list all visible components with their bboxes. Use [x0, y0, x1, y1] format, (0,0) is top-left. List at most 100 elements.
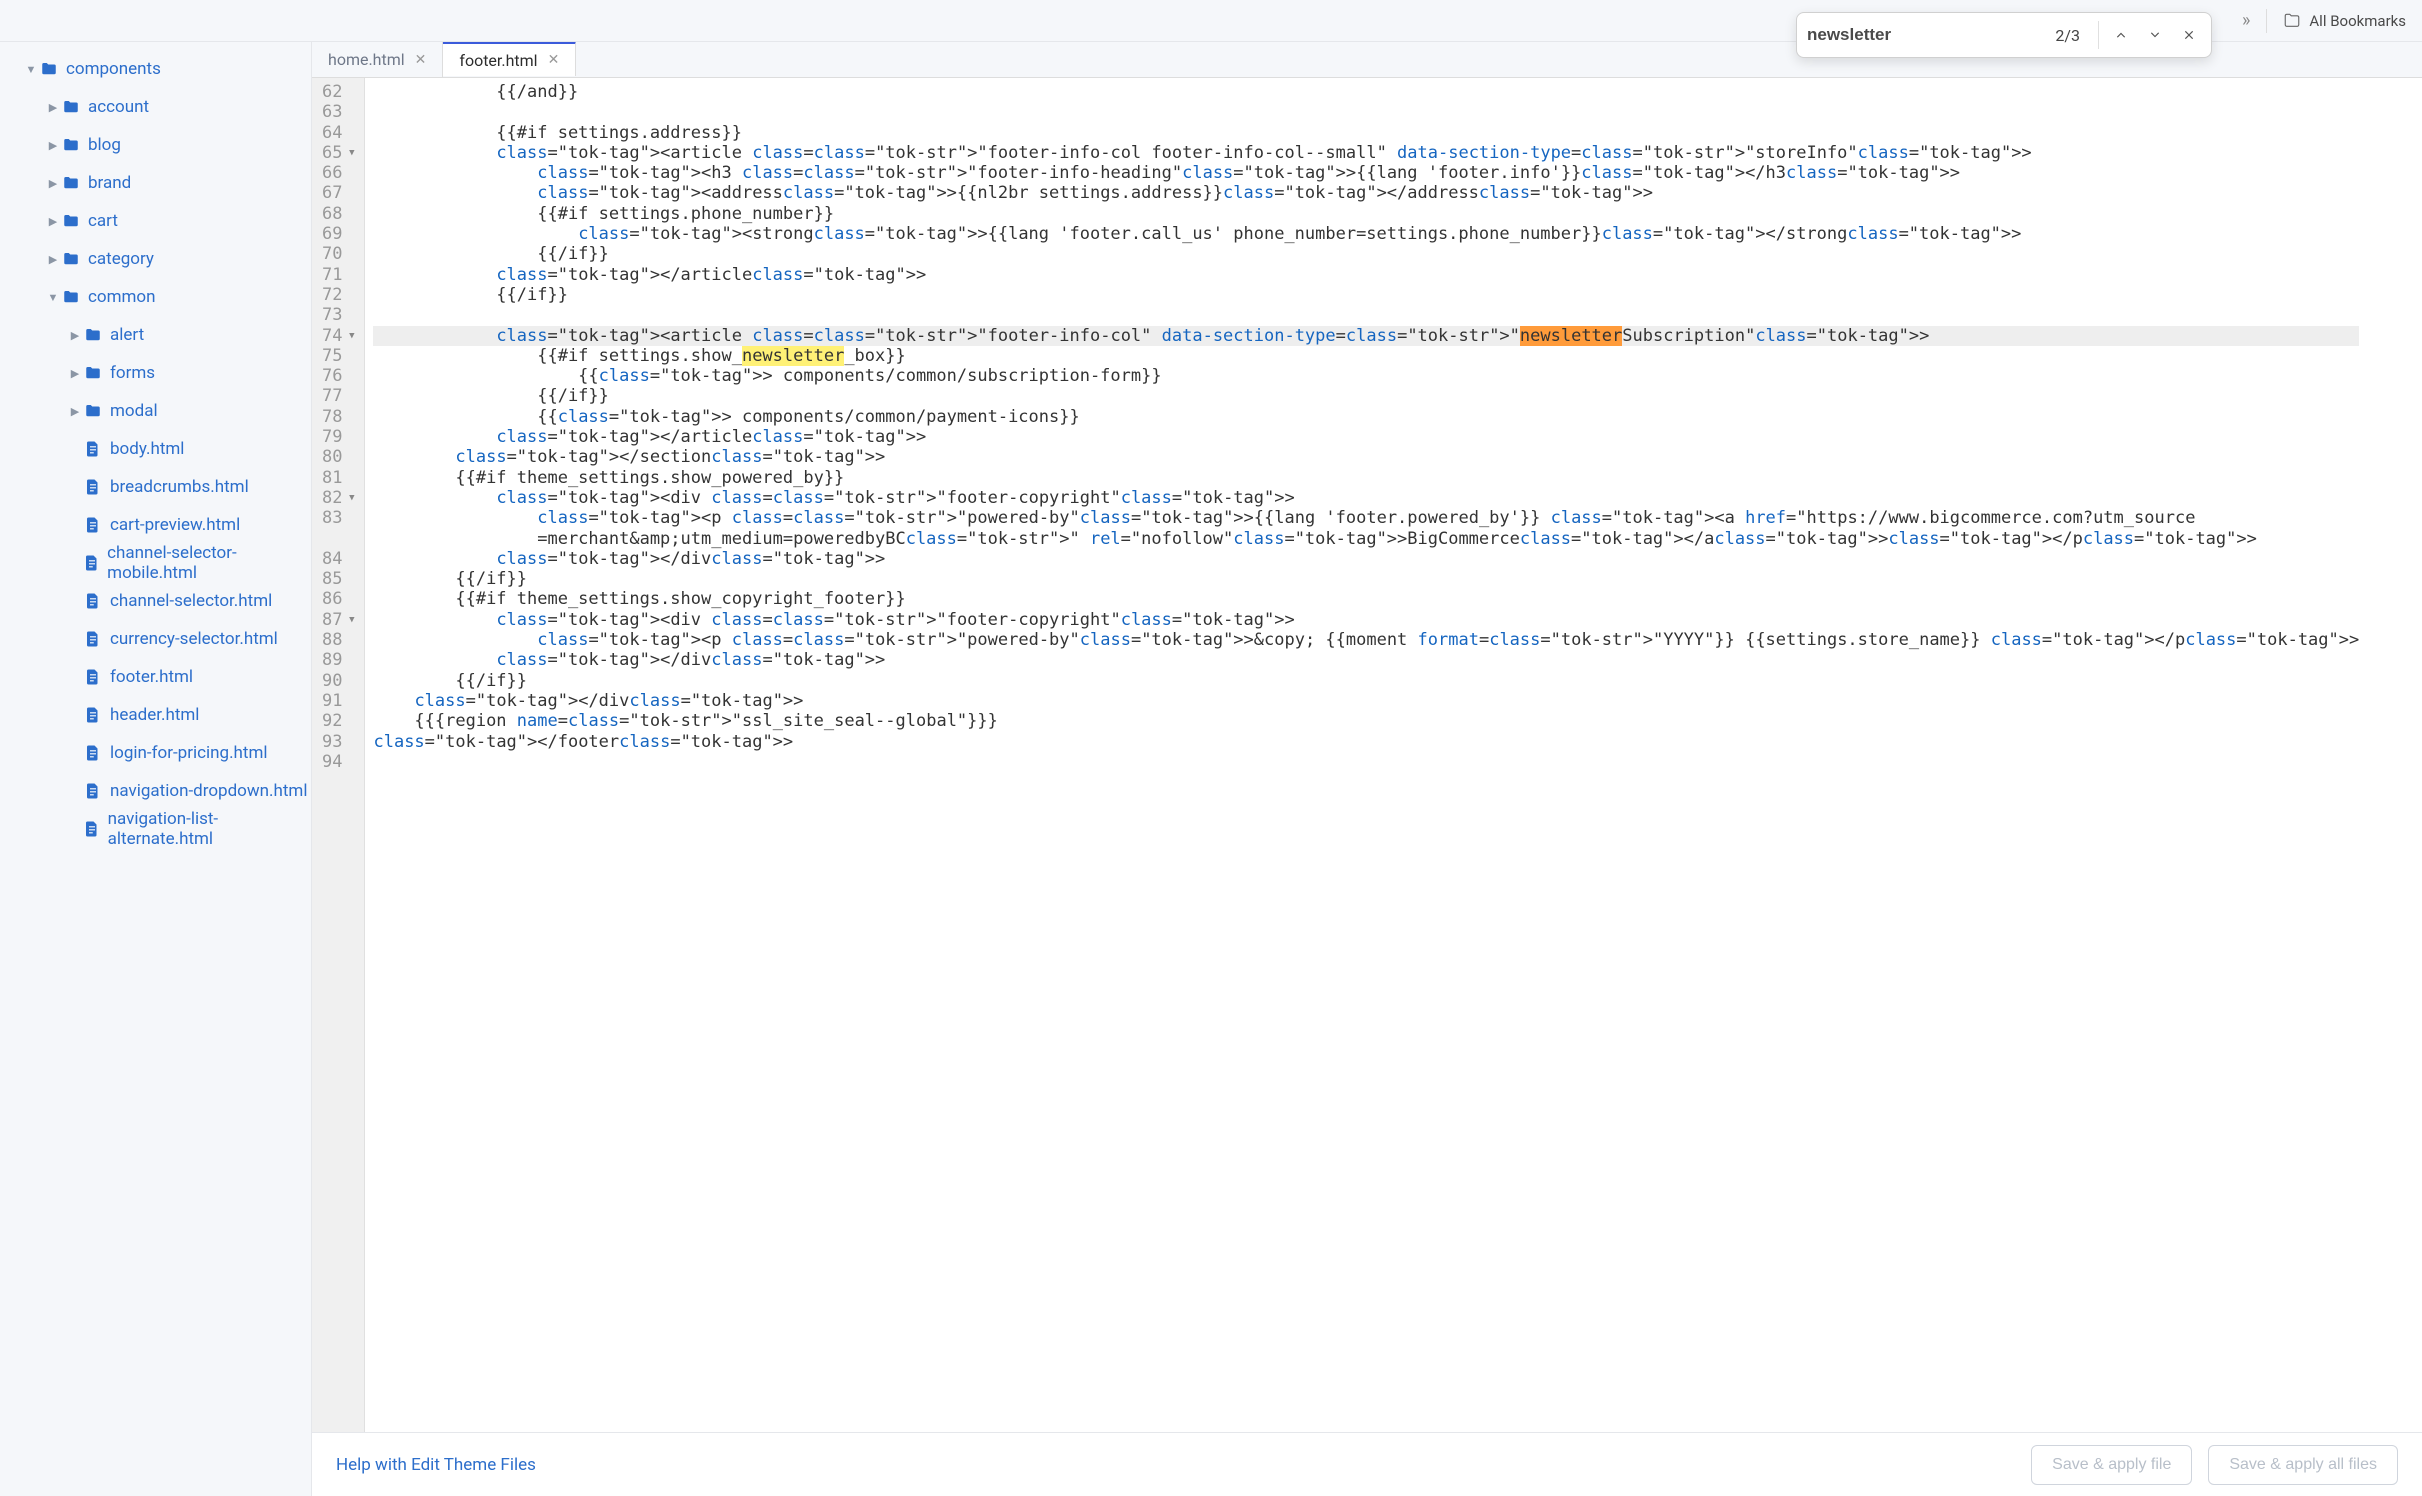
- tree-item-label: channel-selector-mobile.html: [107, 543, 311, 583]
- save-apply-file-button[interactable]: Save & apply file: [2031, 1445, 2192, 1485]
- code-line[interactable]: class="tok-tag"></sectionclass="tok-tag"…: [373, 447, 2359, 467]
- search-panel: 2/3: [1796, 12, 2212, 58]
- tab-close-button[interactable]: ✕: [548, 52, 560, 68]
- all-bookmarks-button[interactable]: All Bookmarks: [2283, 12, 2406, 30]
- tree-caret-icon[interactable]: ▶: [66, 329, 84, 342]
- code-line[interactable]: class="tok-tag"><div class=class="tok-st…: [373, 610, 2359, 630]
- code-line[interactable]: {{/if}}: [373, 285, 2359, 305]
- code-line[interactable]: class="tok-tag"></divclass="tok-tag">>: [373, 650, 2359, 670]
- tree-folder[interactable]: ▶brand: [0, 164, 311, 202]
- code-line[interactable]: class="tok-tag"><strongclass="tok-tag">>…: [373, 224, 2359, 244]
- tree-file[interactable]: header.html: [0, 696, 311, 734]
- gutter-line-number: 92: [322, 711, 360, 731]
- file-tree-sidebar[interactable]: ▼components▶account▶blog▶brand▶cart▶cate…: [0, 42, 312, 1496]
- code-line[interactable]: [373, 305, 2359, 325]
- fold-marker-icon[interactable]: ▼: [344, 610, 354, 630]
- tree-file[interactable]: body.html: [0, 430, 311, 468]
- editor-tab[interactable]: footer.html✕: [443, 42, 576, 76]
- code-line[interactable]: class="tok-tag"><addressclass="tok-tag">…: [373, 183, 2359, 203]
- tree-folder[interactable]: ▶blog: [0, 126, 311, 164]
- code-line[interactable]: {{#if settings.phone_number}}: [373, 204, 2359, 224]
- tree-folder[interactable]: ▶modal: [0, 392, 311, 430]
- tree-folder[interactable]: ▶cart: [0, 202, 311, 240]
- code-line[interactable]: class="tok-tag"><p class=class="tok-str"…: [373, 630, 2359, 650]
- code-line[interactable]: {{/if}}: [373, 671, 2359, 691]
- code-line[interactable]: class="tok-tag"></divclass="tok-tag">>: [373, 549, 2359, 569]
- code-line[interactable]: {{/if}}: [373, 244, 2359, 264]
- code-line[interactable]: class="tok-tag"><h3 class=class="tok-str…: [373, 163, 2359, 183]
- tree-folder[interactable]: ▶account: [0, 88, 311, 126]
- fold-marker-icon[interactable]: ▼: [344, 143, 354, 163]
- save-apply-all-button[interactable]: Save & apply all files: [2208, 1445, 2398, 1485]
- code-line[interactable]: {{#if settings.address}}: [373, 123, 2359, 143]
- tree-folder[interactable]: ▶forms: [0, 354, 311, 392]
- code-line[interactable]: [373, 102, 2359, 122]
- code-line[interactable]: class="tok-tag"><article class=class="to…: [373, 326, 2359, 346]
- code-line[interactable]: [373, 752, 2359, 772]
- gutter-line-number: 71: [322, 265, 360, 285]
- code-editor[interactable]: 62636465▼666768697071727374▼757677787980…: [312, 78, 2422, 1432]
- more-chevron-icon[interactable]: »: [2242, 10, 2250, 31]
- code-line[interactable]: {{/and}}: [373, 82, 2359, 102]
- tree-file[interactable]: navigation-list-alternate.html: [0, 810, 311, 848]
- tree-file[interactable]: footer.html: [0, 658, 311, 696]
- fold-marker-icon[interactable]: ▼: [344, 488, 354, 508]
- code-line[interactable]: {{/if}}: [373, 569, 2359, 589]
- file-icon: [84, 592, 106, 610]
- tree-caret-icon[interactable]: ▶: [44, 177, 62, 190]
- tree-file[interactable]: channel-selector.html: [0, 582, 311, 620]
- code-line[interactable]: class="tok-tag"></articleclass="tok-tag"…: [373, 427, 2359, 447]
- tree-caret-icon[interactable]: ▶: [44, 215, 62, 228]
- code-line[interactable]: {{/if}}: [373, 386, 2359, 406]
- code-line[interactable]: {{class="tok-tag">> components/common/pa…: [373, 407, 2359, 427]
- gutter-line-number: 81: [322, 468, 360, 488]
- help-link[interactable]: Help with Edit Theme Files: [336, 1455, 536, 1475]
- code-content[interactable]: {{/and}} {{#if settings.address}} class=…: [365, 78, 2359, 1432]
- tab-close-button[interactable]: ✕: [415, 52, 427, 68]
- tree-folder[interactable]: ▼components: [0, 50, 311, 88]
- tree-folder[interactable]: ▶category: [0, 240, 311, 278]
- code-line[interactable]: {{{region name=class="tok-str">"ssl_site…: [373, 711, 2359, 731]
- search-next-button[interactable]: [2143, 23, 2167, 47]
- search-input[interactable]: [1807, 25, 2045, 45]
- tree-caret-icon[interactable]: ▶: [66, 367, 84, 380]
- code-line[interactable]: class="tok-tag"><div class=class="tok-st…: [373, 488, 2359, 508]
- code-line[interactable]: class="tok-tag"></divclass="tok-tag">>: [373, 691, 2359, 711]
- fold-marker-icon[interactable]: ▼: [344, 326, 354, 346]
- code-line[interactable]: {{#if settings.show_newsletter_box}}: [373, 346, 2359, 366]
- code-line[interactable]: class="tok-tag"><p class=class="tok-str"…: [373, 508, 2359, 528]
- code-line[interactable]: class="tok-tag"></footerclass="tok-tag">…: [373, 732, 2359, 752]
- tree-file[interactable]: navigation-dropdown.html: [0, 772, 311, 810]
- code-line[interactable]: {{#if theme_settings.show_powered_by}}: [373, 468, 2359, 488]
- tree-caret-icon[interactable]: ▶: [44, 139, 62, 152]
- file-icon: [84, 668, 106, 686]
- close-icon: [2182, 28, 2196, 42]
- code-line[interactable]: {{class="tok-tag">> components/common/su…: [373, 366, 2359, 386]
- editor-tab[interactable]: home.html✕: [312, 42, 443, 77]
- code-line[interactable]: =merchant&amp;utm_medium=poweredbyBCclas…: [373, 529, 2359, 549]
- tree-file[interactable]: currency-selector.html: [0, 620, 311, 658]
- tree-item-label: footer.html: [110, 667, 193, 687]
- tree-file[interactable]: breadcrumbs.html: [0, 468, 311, 506]
- gutter-line-number: 84: [322, 549, 360, 569]
- gutter-line-number: 91: [322, 691, 360, 711]
- folder-icon: [62, 212, 84, 230]
- search-prev-button[interactable]: [2109, 23, 2133, 47]
- code-line[interactable]: class="tok-tag"><article class=class="to…: [373, 143, 2359, 163]
- code-line[interactable]: class="tok-tag"></articleclass="tok-tag"…: [373, 265, 2359, 285]
- folder-icon: [2283, 12, 2301, 30]
- tree-file[interactable]: channel-selector-mobile.html: [0, 544, 311, 582]
- search-close-button[interactable]: [2177, 23, 2201, 47]
- tree-caret-icon[interactable]: ▶: [66, 405, 84, 418]
- tree-caret-icon[interactable]: ▼: [44, 291, 62, 304]
- tree-caret-icon[interactable]: ▶: [44, 101, 62, 114]
- tree-folder[interactable]: ▶alert: [0, 316, 311, 354]
- tree-folder[interactable]: ▼common: [0, 278, 311, 316]
- tree-file[interactable]: cart-preview.html: [0, 506, 311, 544]
- code-line[interactable]: {{#if theme_settings.show_copyright_foot…: [373, 589, 2359, 609]
- tree-caret-icon[interactable]: ▶: [44, 253, 62, 266]
- gutter-line-number: 73: [322, 305, 360, 325]
- tree-file[interactable]: login-for-pricing.html: [0, 734, 311, 772]
- tree-caret-icon[interactable]: ▼: [22, 63, 40, 76]
- file-icon: [84, 782, 106, 800]
